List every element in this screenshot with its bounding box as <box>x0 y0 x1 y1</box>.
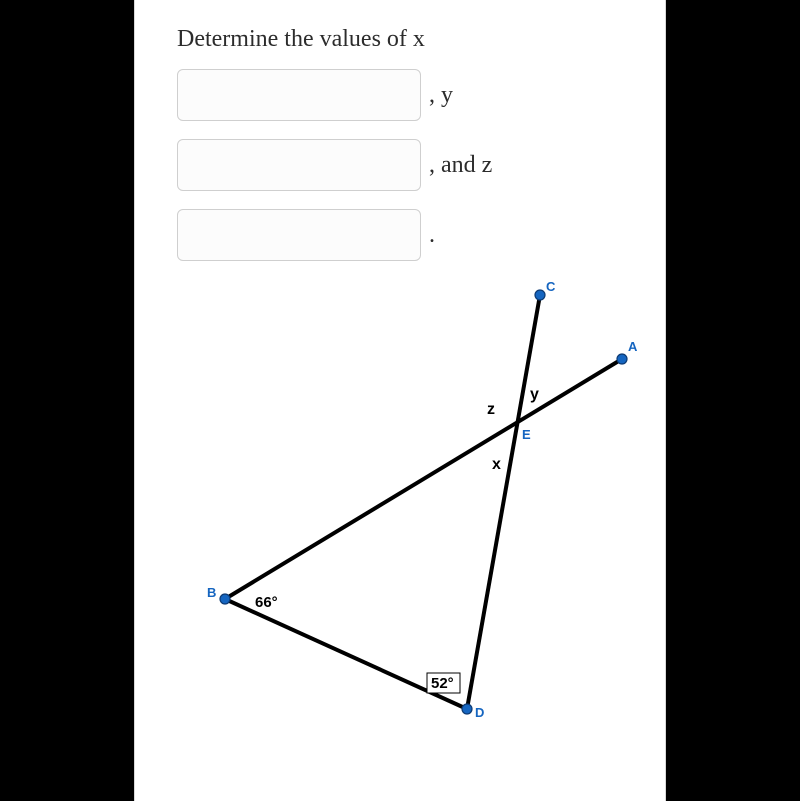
geometry-diagram: 52° 66° x z y B D A C E <box>177 279 637 719</box>
angle-B-value: 66° <box>255 594 278 611</box>
after-z: . <box>429 222 435 249</box>
point-D <box>462 704 472 714</box>
input-y[interactable] <box>177 139 421 191</box>
label-D: D <box>475 705 484 719</box>
point-A <box>617 354 627 364</box>
var-y-label: y <box>530 386 539 403</box>
input-x[interactable] <box>177 69 421 121</box>
var-z-label: z <box>487 401 495 418</box>
question-stem: Determine the values of x <box>177 24 623 55</box>
point-C <box>535 290 545 300</box>
segment-DC <box>467 295 540 709</box>
segment-BA <box>225 359 622 599</box>
label-E: E <box>522 427 531 442</box>
diagram-svg: 52° 66° x z y B D A C E <box>177 279 637 719</box>
input-z[interactable] <box>177 209 421 261</box>
after-x: , y <box>429 82 453 109</box>
label-A: A <box>628 339 637 354</box>
input-row-z: . <box>177 209 623 261</box>
point-B <box>220 594 230 604</box>
angle-D-value: 52° <box>431 675 454 692</box>
label-B: B <box>207 585 216 600</box>
worksheet-page: Determine the values of x , y , and z . … <box>134 0 666 801</box>
after-y: , and z <box>429 152 492 179</box>
var-x-label: x <box>492 456 501 473</box>
label-C: C <box>546 279 556 294</box>
input-row-x: , y <box>177 69 623 121</box>
input-row-y: , and z <box>177 139 623 191</box>
